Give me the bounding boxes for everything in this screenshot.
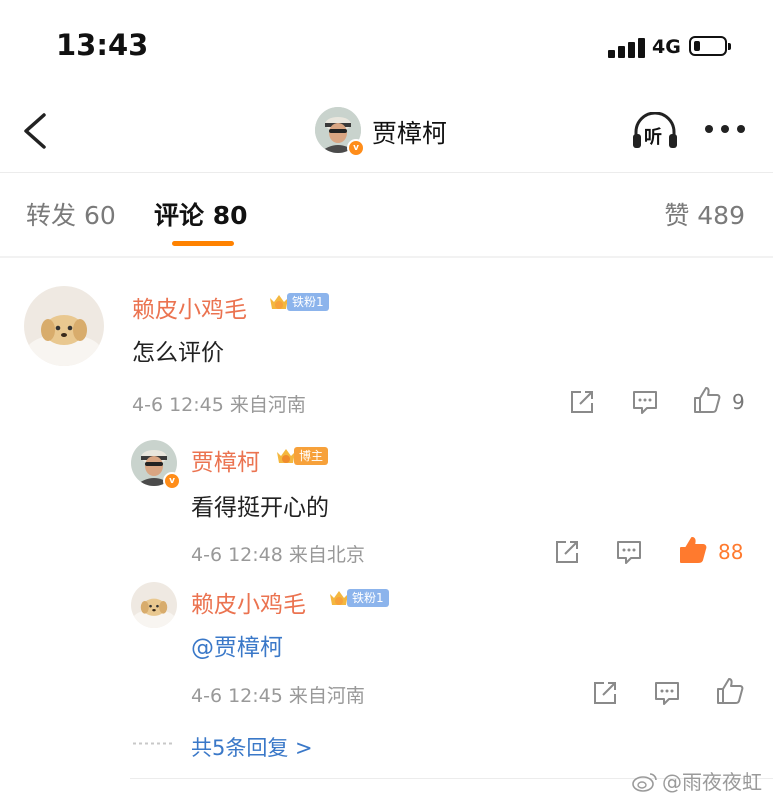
fan-badge: 铁粉1 [328, 587, 389, 609]
reply-text: 看得挺开心的 [191, 495, 329, 521]
active-tab-indicator [172, 241, 234, 246]
signal-icon [608, 36, 648, 58]
fan-badge-label: 铁粉1 [287, 293, 329, 311]
mention-link[interactable]: @贾樟柯 [191, 628, 283, 662]
like-count: 88 [718, 540, 744, 564]
reply-author-name[interactable]: 贾樟柯 [191, 443, 260, 477]
reply-author-name[interactable]: 赖皮小鸡毛 [191, 585, 306, 619]
fan-badge: 铁粉1 [268, 291, 329, 313]
tab-likes[interactable]: 赞 489 [664, 196, 745, 232]
listen-label: 听 [644, 127, 662, 148]
like-count: 9 [732, 390, 745, 414]
more-options-icon[interactable] [705, 125, 745, 135]
reply-meta: 4-6 12:48 来自北京 [191, 544, 365, 566]
commenter-avatar[interactable] [24, 286, 104, 366]
like-active-icon[interactable] [678, 535, 708, 565]
like-icon[interactable] [692, 385, 722, 415]
host-badge: 博主 [275, 445, 329, 467]
tab-comments[interactable]: 评论 80 [154, 196, 248, 232]
page-title: 贾樟柯 [372, 119, 448, 148]
comment-text: 怎么评价 [132, 340, 224, 366]
commenter-name[interactable]: 赖皮小鸡毛 [132, 290, 247, 324]
reply-meta: 4-6 12:45 来自河南 [191, 685, 365, 707]
more-replies-link[interactable]: 共5条回复 > [191, 732, 313, 762]
reply-thread-dots [133, 742, 175, 745]
reply-avatar[interactable] [131, 582, 177, 628]
reply-icon[interactable] [614, 537, 644, 567]
share-icon[interactable] [567, 387, 597, 417]
tab-reposts[interactable]: 转发 60 [26, 196, 116, 232]
nav-divider [0, 172, 773, 173]
listen-button[interactable]: 听 [630, 111, 680, 152]
verified-icon: v [347, 139, 365, 157]
reply-icon[interactable] [630, 387, 660, 417]
fan-badge-label: 铁粉1 [347, 589, 389, 607]
share-icon[interactable] [590, 678, 620, 708]
reply-icon[interactable] [652, 678, 682, 708]
like-icon[interactable] [715, 676, 745, 706]
weibo-logo-icon [632, 772, 657, 792]
battery-icon [689, 36, 731, 56]
network-type: 4G [652, 36, 681, 58]
back-arrow-icon[interactable] [18, 112, 54, 150]
watermark: @雨夜夜虹 [632, 766, 762, 795]
host-badge-label: 博主 [294, 447, 329, 465]
share-icon[interactable] [552, 537, 582, 567]
status-time: 13:43 [56, 28, 149, 62]
watermark-text: @雨夜夜虹 [662, 770, 762, 794]
verified-icon: v [163, 472, 181, 490]
comment-meta: 4-6 12:45 来自河南 [132, 394, 306, 416]
tabs-divider [0, 256, 773, 258]
